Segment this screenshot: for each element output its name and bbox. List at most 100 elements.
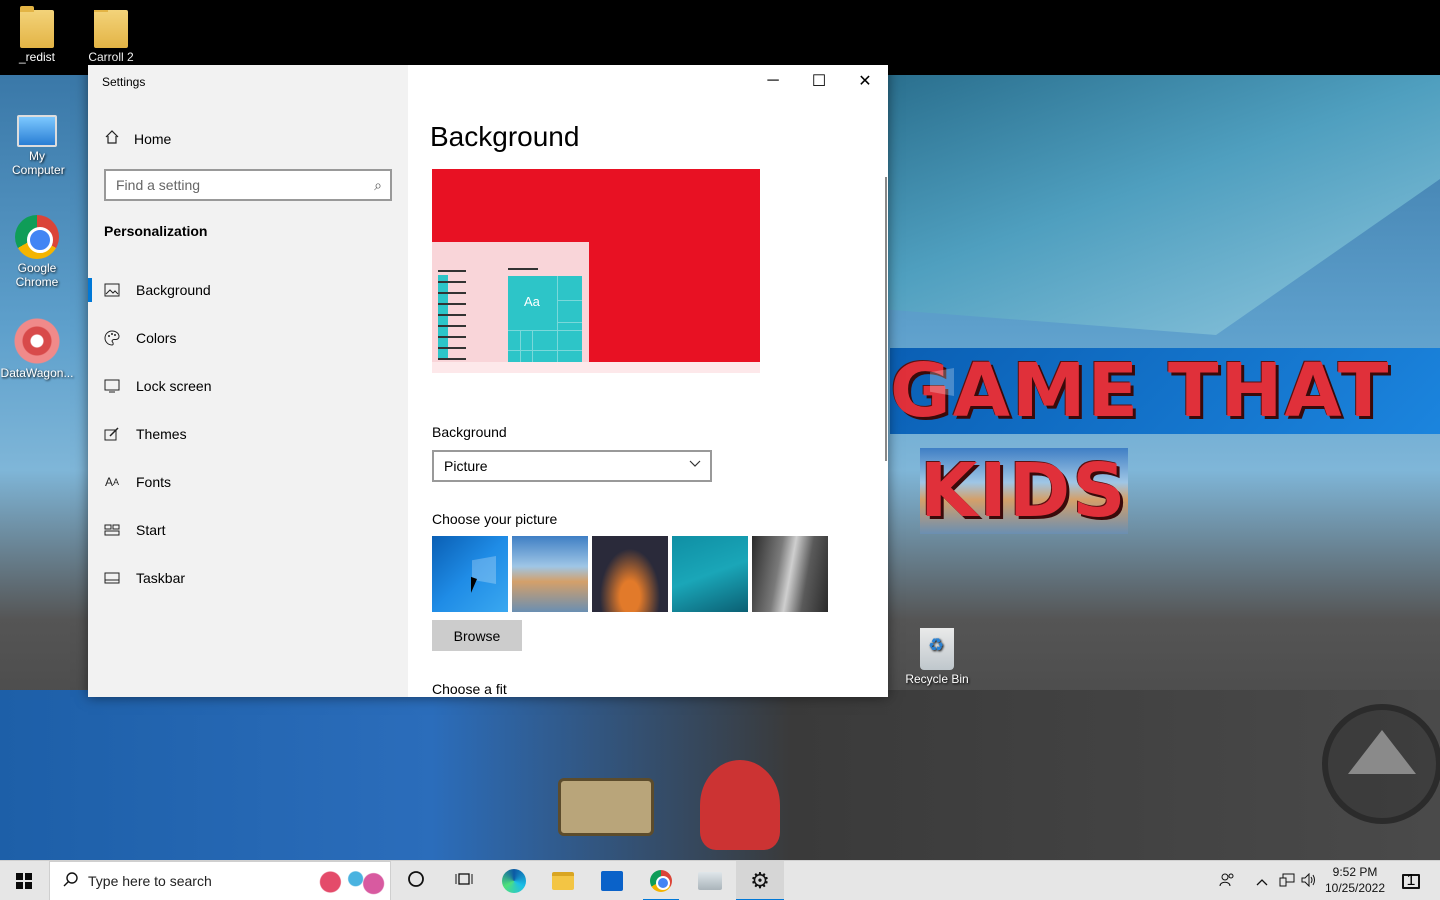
- sidebar-item-colors[interactable]: Colors: [88, 314, 408, 362]
- wallpaper-boombox: [558, 778, 654, 836]
- network-icon: [1279, 873, 1295, 890]
- desktop-icon-redist[interactable]: _redist: [0, 6, 74, 64]
- sidebar-item-start[interactable]: Start: [88, 506, 408, 554]
- taskbar-icon: [104, 570, 120, 586]
- picture-thumbnail-beach[interactable]: [512, 536, 588, 612]
- task-view-button[interactable]: [440, 861, 488, 900]
- taskbar: ⚙ 9:52 PM 10/25/2022 1: [0, 860, 1440, 900]
- settings-content: Background Aa Background Picture Choose …: [408, 65, 888, 697]
- preview-tiles: Aa: [508, 276, 582, 362]
- window-title: Settings: [102, 75, 146, 89]
- taskbar-chrome[interactable]: [637, 861, 685, 900]
- computer-icon: [17, 115, 57, 147]
- personalization-nav: Background Colors Lock screen Themes A A…: [88, 266, 408, 602]
- store-icon: [601, 871, 623, 891]
- taskbar-search-input[interactable]: [88, 873, 308, 889]
- preview-top-line: [508, 268, 538, 270]
- settings-sidebar: Settings Home ⌕ Personalization Backgrou…: [88, 65, 408, 697]
- page-title: Background: [430, 121, 580, 152]
- desktop-icon-google-chrome[interactable]: Google Chrome: [0, 215, 74, 289]
- chevron-down-icon: [688, 456, 702, 473]
- desktop-icon-recycle-bin[interactable]: Recycle Bin: [900, 628, 974, 686]
- picture-thumbnail-windows[interactable]: [432, 536, 508, 612]
- cortana-icon: [407, 870, 425, 893]
- network-button[interactable]: [1276, 861, 1298, 900]
- background-type-dropdown[interactable]: Picture: [432, 450, 712, 482]
- windows-logo-icon: [16, 873, 32, 889]
- home-label: Home: [134, 130, 172, 147]
- desktop-icon-label: DataWagon...: [0, 366, 74, 380]
- desktop-icon-label: _redist: [18, 50, 56, 64]
- sidebar-item-label: Colors: [136, 330, 177, 346]
- desktop-icon-label: Recycle Bin: [905, 672, 969, 686]
- wallpaper-text-line1: GAME THAT: [890, 348, 1440, 434]
- home-link[interactable]: Home: [104, 129, 171, 148]
- chevron-up-icon: [1256, 873, 1268, 889]
- content-scrollbar[interactable]: [885, 177, 887, 461]
- start-icon: [104, 522, 120, 538]
- preview-menu-lines: [438, 270, 468, 369]
- wallpaper-sail: [880, 75, 1440, 335]
- task-view-icon: [455, 871, 473, 892]
- themes-icon: [104, 426, 120, 442]
- picture-icon: [104, 282, 120, 298]
- find-setting-search[interactable]: ⌕: [104, 169, 392, 201]
- desktop-icon-label: Google Chrome: [15, 261, 59, 289]
- datawagon-icon: [14, 318, 60, 364]
- chrome-icon: [650, 870, 672, 892]
- taskbar-settings[interactable]: ⚙: [736, 861, 784, 900]
- choose-fit-label: Choose a fit: [432, 681, 507, 697]
- people-icon: [1219, 872, 1235, 891]
- file-explorer-icon: [552, 872, 574, 890]
- taskbar-search-box[interactable]: [49, 861, 391, 900]
- find-setting-input[interactable]: [116, 176, 356, 194]
- recycle-bin-icon: [920, 628, 954, 670]
- volume-button[interactable]: [1298, 861, 1320, 900]
- gear-icon: ⚙: [750, 868, 770, 893]
- show-hidden-icons-button[interactable]: [1252, 861, 1272, 900]
- desktop-icon-datawagon[interactable]: DataWagon...: [0, 318, 74, 380]
- desktop-icon-label: Carroll 2: [88, 50, 134, 62]
- cortana-button[interactable]: [392, 861, 440, 900]
- taskbar-edge[interactable]: [490, 861, 538, 900]
- start-button[interactable]: [0, 861, 48, 900]
- sidebar-item-background[interactable]: Background: [88, 266, 408, 314]
- sidebar-item-label: Themes: [136, 426, 187, 442]
- preview-start-menu: Aa: [432, 242, 589, 362]
- picture-thumbnail-night-sky[interactable]: [592, 536, 668, 612]
- picture-thumbnail-swimmer[interactable]: [672, 536, 748, 612]
- section-title: Personalization: [104, 223, 208, 239]
- sidebar-item-lock-screen[interactable]: Lock screen: [88, 362, 408, 410]
- picture-thumbnail-rock[interactable]: [752, 536, 828, 612]
- clock-time: 9:52 PM: [1332, 865, 1378, 879]
- taskbar-file-explorer[interactable]: [539, 861, 587, 900]
- browse-button[interactable]: Browse: [432, 620, 522, 651]
- picture-thumbnails: [432, 536, 828, 612]
- sidebar-item-taskbar[interactable]: Taskbar: [88, 554, 408, 602]
- edge-icon: [502, 869, 526, 893]
- home-icon: [104, 129, 120, 148]
- settings-window: Settings Home ⌕ Personalization Backgrou…: [88, 65, 888, 697]
- notification-count-badge: 1: [1406, 872, 1416, 889]
- app-icon: [698, 872, 722, 890]
- desktop-icon-my-computer[interactable]: My Computer: [0, 115, 74, 177]
- preview-tile-text: Aa: [524, 294, 540, 309]
- sidebar-item-fonts[interactable]: AA Fonts: [88, 458, 408, 506]
- desktop-icon-carroll[interactable]: Carroll 2: [74, 10, 148, 62]
- taskbar-app[interactable]: [686, 861, 734, 900]
- search-icon: ⌕: [374, 177, 382, 193]
- desktop-icon-label: My Computer: [12, 149, 65, 177]
- sidebar-item-label: Taskbar: [136, 570, 186, 586]
- lock-screen-icon: [104, 378, 120, 394]
- people-button[interactable]: [1214, 861, 1240, 900]
- sidebar-item-themes[interactable]: Themes: [88, 410, 408, 458]
- taskbar-clock[interactable]: 9:52 PM 10/25/2022: [1320, 864, 1390, 896]
- wallpaper-arrow-icon: [1348, 730, 1416, 774]
- folder-icon: [20, 6, 54, 48]
- clock-date: 10/25/2022: [1324, 881, 1386, 895]
- sidebar-item-label: Background: [136, 282, 211, 298]
- folder-icon: [94, 10, 128, 48]
- background-type-value: Picture: [444, 458, 488, 474]
- sidebar-item-label: Fonts: [136, 474, 172, 490]
- taskbar-store[interactable]: [588, 861, 636, 900]
